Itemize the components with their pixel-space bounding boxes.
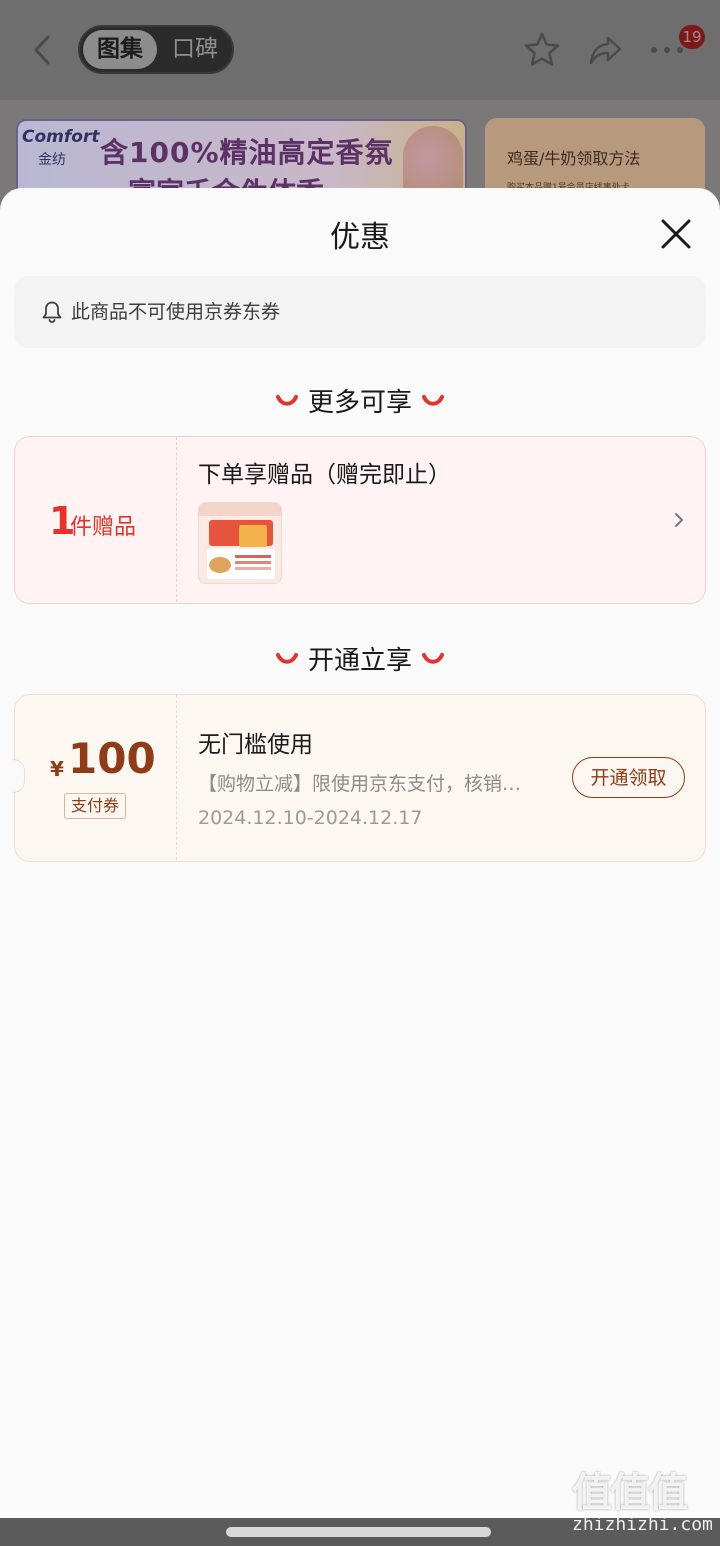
coupon-type-tag: 支付券 [64, 793, 127, 819]
close-icon[interactable] [658, 216, 694, 252]
claim-coupon-button[interactable]: 开通领取 [572, 757, 685, 798]
notice-text: 此商品不可使用京券东券 [71, 301, 281, 323]
chevron-right-icon[interactable] [672, 510, 686, 530]
coupon-description: 【购物立减】限使用京东支付，核销后可享 [198, 773, 538, 795]
tab-reviews[interactable]: 口碑 [158, 30, 232, 69]
back-arrow-icon[interactable] [28, 32, 58, 68]
view-segment-control: 图集 口碑 [78, 25, 234, 74]
home-indicator[interactable] [226, 1527, 491, 1537]
bell-icon [40, 300, 64, 324]
banner-headline: 含100%精油高定香氛 [100, 136, 394, 169]
smile-decoration-icon [422, 652, 444, 664]
coupon-title: 无门槛使用 [198, 732, 313, 758]
coupon-date-range: 2024.12.10-2024.12.17 [198, 807, 423, 829]
section-heading-more: 更多可享 [0, 382, 720, 419]
share-icon[interactable] [586, 30, 626, 70]
gift-card[interactable]: 1 件赠品 下单享赠品（赠完即止） [14, 436, 706, 604]
coupon-notice: 此商品不可使用京券东券 [14, 276, 706, 348]
notification-badge: 19 [679, 25, 705, 49]
gift-thumbnail[interactable] [198, 502, 282, 584]
coupon-card[interactable]: ¥ 100 支付券 无门槛使用 【购物立减】限使用京东支付，核销后可享 2024… [13, 694, 706, 862]
side-card-title: 鸡蛋/牛奶领取方法 [507, 149, 641, 168]
star-icon[interactable] [522, 30, 562, 70]
coupon-value-panel: ¥ 100 支付券 [15, 695, 177, 860]
section-heading-open: 开通立享 [0, 640, 720, 677]
coupon-amount: 100 [68, 734, 156, 783]
brand-logo: Comfort [22, 127, 100, 147]
brand-logo-cn: 金纺 [38, 152, 66, 168]
sheet-title: 优惠 [330, 220, 390, 255]
smile-decoration-icon [275, 652, 298, 664]
site-watermark: 值值值 zhizhizhi.com [566, 1460, 716, 1540]
discount-sheet: 优惠 此商品不可使用京券东券 更多可享 1 件赠品 下单享赠品（赠完即止） 开通… [0, 188, 720, 1518]
smile-decoration-icon [422, 394, 444, 406]
top-nav-bar: 图集 口碑 19 [0, 0, 720, 100]
tab-gallery[interactable]: 图集 [83, 30, 157, 69]
gift-title: 下单享赠品（赠完即止） [198, 462, 451, 488]
watermark-logo: 值值值 [572, 1470, 688, 1516]
coupon-currency: ¥ [50, 757, 64, 781]
gift-unit: 件赠品 [70, 515, 137, 540]
smile-decoration-icon [275, 394, 298, 406]
watermark-url: zhizhizhi.com [572, 1514, 713, 1535]
gift-count-panel: 1 件赠品 [15, 437, 177, 602]
